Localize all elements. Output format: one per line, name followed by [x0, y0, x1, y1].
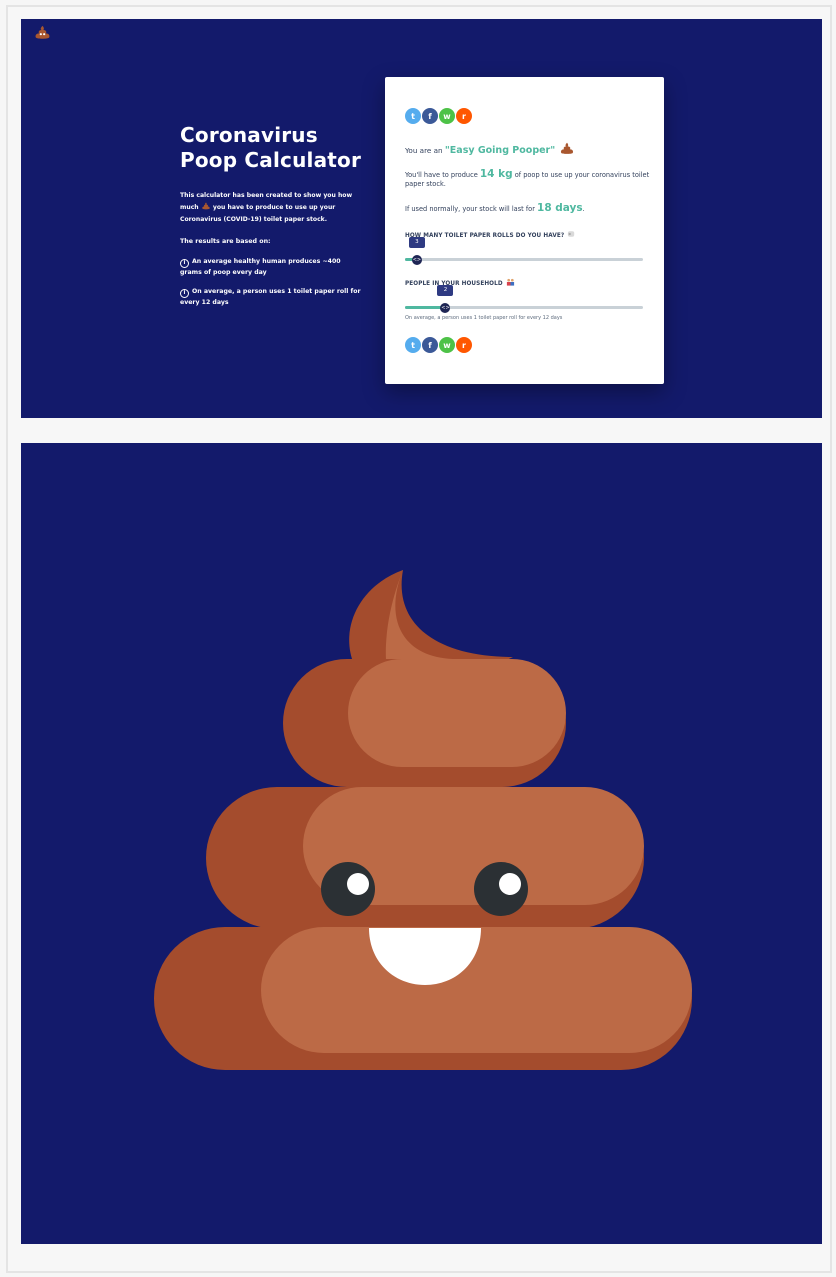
- result-card: t f w r You are an "Easy Going Pooper" Y…: [385, 77, 664, 384]
- poop-illustration: [154, 570, 692, 1070]
- title-line-2: Poop Calculator: [180, 148, 362, 172]
- people-value-bubble: 2: [437, 285, 454, 296]
- rolls-value-bubble: 3: [408, 237, 425, 248]
- duration-suffix: .: [582, 205, 585, 213]
- people-label-text: PEOPLE IN YOUR HOUSEHOLD: [405, 281, 503, 287]
- produce-text: You'll have to produce 14 kg of poop to …: [405, 168, 651, 188]
- title-line-1: Coronavirus: [180, 123, 318, 147]
- people-slider-fill: [405, 306, 446, 309]
- rolls-slider[interactable]: 3 <>: [405, 237, 643, 265]
- rolls-label-text: HOW MANY TOILET PAPER ROLLS DO YOU HAVE?: [405, 233, 565, 239]
- facebook-share-button[interactable]: f: [422, 108, 438, 124]
- people-slider-thumb[interactable]: <>: [440, 302, 451, 313]
- hero-illustration-section: [21, 443, 822, 1244]
- produce-value: 14 kg: [479, 168, 513, 180]
- rank-value: "Easy Going Pooper": [444, 145, 556, 156]
- twitter-share-button[interactable]: t: [405, 108, 421, 124]
- produce-prefix: You'll have to produce: [405, 171, 478, 179]
- page-title: Coronavirus Poop Calculator: [180, 123, 380, 173]
- share-buttons-bottom: t f w r: [405, 337, 472, 353]
- usage-note: On average, a person uses 1 toilet paper…: [405, 315, 563, 321]
- intro-text: This calculator has been created to show…: [180, 190, 360, 226]
- rolls-slider-label: HOW MANY TOILET PAPER ROLLS DO YOU HAVE?: [405, 230, 576, 239]
- fact-text: On average, a person uses 1 toilet paper…: [180, 288, 361, 306]
- poop-icon: [560, 142, 573, 154]
- people-slider[interactable]: 2 <>: [405, 285, 643, 313]
- whatsapp-share-button[interactable]: w: [439, 337, 455, 353]
- share-buttons-top: t f w r: [405, 108, 472, 124]
- info-icon: i: [180, 289, 189, 298]
- fact-text: An average healthy human produces ~400 g…: [180, 258, 341, 276]
- rolls-slider-thumb[interactable]: <>: [411, 254, 422, 265]
- family-icon: [506, 278, 514, 286]
- people-slider-label: PEOPLE IN YOUR HOUSEHOLD: [405, 278, 515, 287]
- rank-prefix: You are an: [405, 146, 443, 155]
- info-icon: i: [180, 259, 189, 268]
- duration-value: 18 days: [537, 202, 583, 214]
- reddit-share-button[interactable]: r: [456, 337, 472, 353]
- calculator-section: Coronavirus Poop Calculator This calcula…: [21, 19, 822, 418]
- fact-item: i An average healthy human produces ~400 …: [180, 257, 362, 279]
- toilet-paper-icon: [568, 231, 575, 237]
- rank-line: You are an "Easy Going Pooper": [405, 142, 575, 156]
- reddit-share-button[interactable]: r: [456, 108, 472, 124]
- based-on-heading: The results are based on:: [180, 238, 271, 245]
- poop-logo-icon[interactable]: [34, 25, 51, 40]
- duration-text: If used normally, your stock will last f…: [405, 202, 651, 214]
- whatsapp-share-button[interactable]: w: [439, 108, 455, 124]
- facebook-share-button[interactable]: f: [422, 337, 438, 353]
- poop-icon: [202, 202, 210, 210]
- twitter-share-button[interactable]: t: [405, 337, 421, 353]
- fact-item: i On average, a person uses 1 toilet pape…: [180, 287, 362, 309]
- duration-prefix: If used normally, your stock will last f…: [405, 205, 535, 213]
